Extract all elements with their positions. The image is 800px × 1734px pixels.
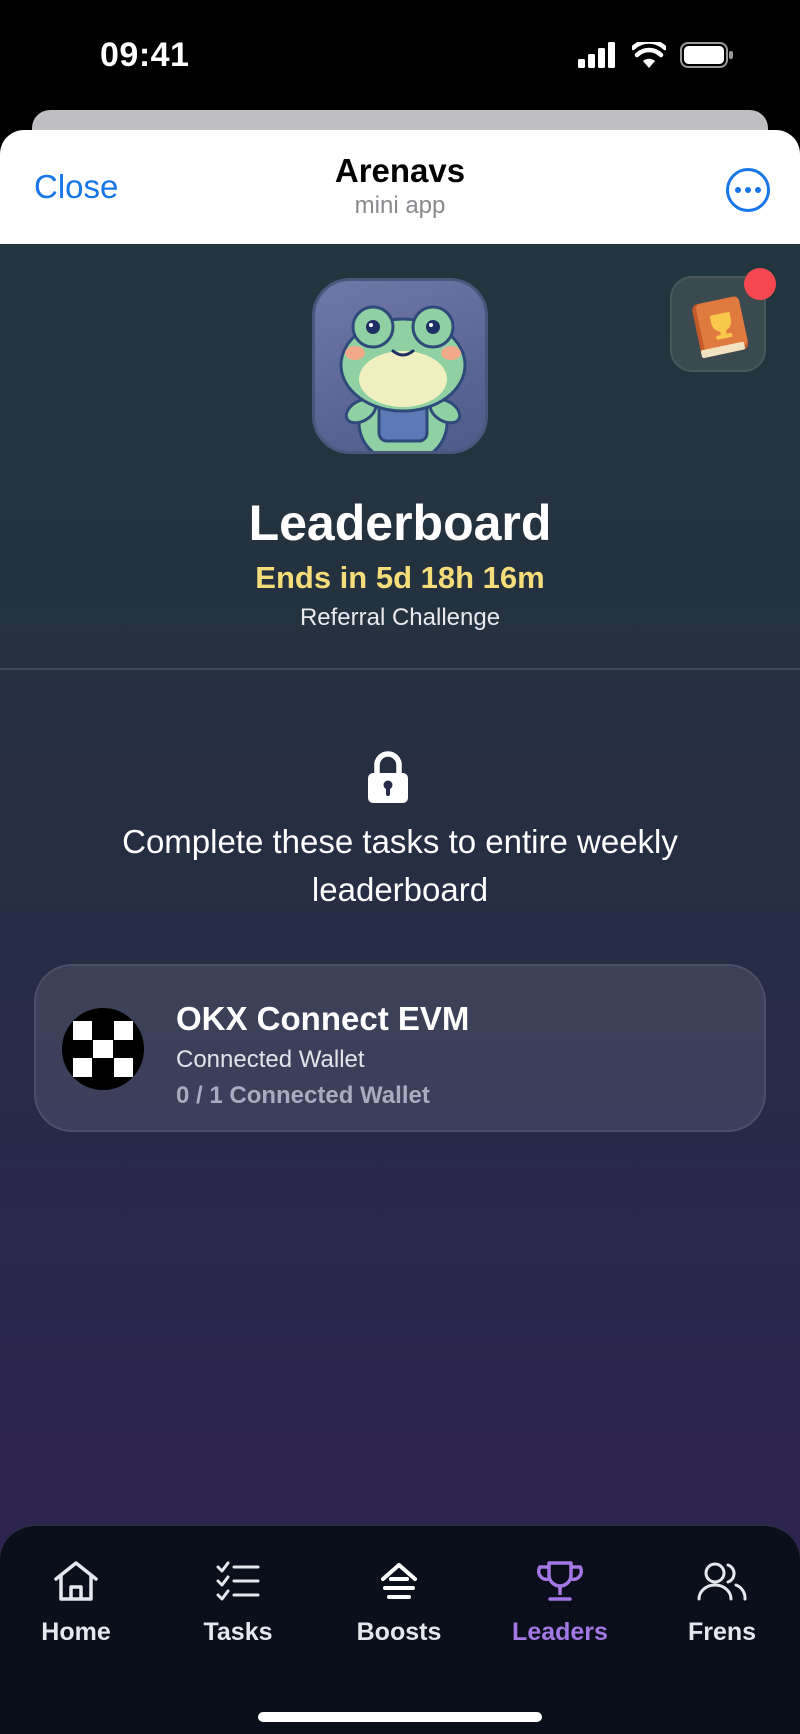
nav-item-frens[interactable]: Frens — [642, 1556, 800, 1647]
task-card[interactable]: OKX Connect EVM Connected Wallet 0 / 1 C… — [34, 964, 766, 1132]
status-time: 09:41 — [100, 36, 190, 74]
frog-avatar — [312, 278, 488, 454]
signal-icon — [578, 42, 615, 68]
nav-label-leaders: Leaders — [512, 1618, 608, 1646]
app-subtitle: mini app — [354, 192, 446, 219]
wifi-icon — [632, 42, 666, 68]
nav-label-frens: Frens — [687, 1618, 757, 1646]
notification-badge — [744, 268, 776, 300]
nav-item-leaders[interactable]: Leaders — [480, 1556, 640, 1647]
countdown-text: Ends in 5d 18h 16m — [255, 560, 545, 595]
trophy-icon — [536, 1561, 584, 1601]
battery-icon — [680, 42, 733, 68]
nav-label-home: Home — [41, 1618, 111, 1646]
home-indicator[interactable] — [258, 1712, 542, 1722]
lock-icon — [368, 751, 408, 803]
status-icons — [578, 42, 734, 68]
mini-app-header: Close Arenavs mini app — [0, 130, 800, 244]
okx-logo-icon — [62, 1008, 144, 1090]
checklist-icon — [216, 1561, 260, 1601]
friends-icon — [697, 1562, 747, 1601]
nav-item-tasks[interactable]: Tasks — [158, 1556, 318, 1647]
header-title-group: Arenavs mini app — [0, 152, 800, 220]
nav-item-home[interactable]: Home — [0, 1556, 156, 1647]
challenge-name: Referral Challenge — [299, 604, 501, 631]
nav-label-tasks: Tasks — [203, 1618, 273, 1646]
task-progress: 0 / 1 Connected Wallet — [176, 1082, 430, 1109]
leaderboard-title: Leaderboard — [248, 495, 552, 551]
main-content: Leaderboard Ends in 5d 18h 16m Referral … — [0, 244, 800, 1734]
status-bar: 09:41 — [0, 0, 800, 110]
more-options-icon[interactable] — [726, 168, 770, 212]
task-description: Connected Wallet — [176, 1046, 365, 1073]
nav-label-boosts: Boosts — [356, 1618, 442, 1646]
nav-item-boosts[interactable]: Boosts — [319, 1556, 479, 1647]
locked-message: Complete these tasks to entire weekly le… — [122, 823, 678, 908]
bottom-nav: Home Tasks Boosts Leaders Frens — [0, 1524, 800, 1734]
task-name: OKX Connect EVM — [176, 1000, 470, 1037]
divider — [0, 668, 800, 670]
home-icon — [54, 1561, 98, 1601]
boost-icon — [381, 1563, 417, 1599]
app-title: Arenavs — [334, 152, 466, 189]
